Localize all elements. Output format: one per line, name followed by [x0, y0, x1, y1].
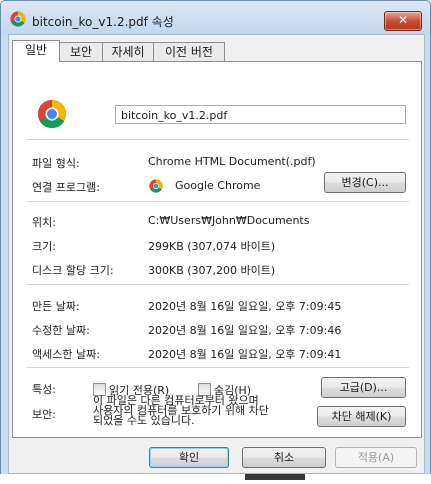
close-button[interactable]: ✕	[384, 11, 422, 31]
properties-window: bitcoin_ko_v1.2.pdf 속성 ✕ 일반 보안 자세히 이전 버전…	[0, 0, 431, 476]
tab-details[interactable]: 자세히	[102, 42, 154, 61]
accessed-label: 액세스한 날짜:	[32, 348, 100, 361]
general-tab-panel: bitcoin_ko_v1.2.pdf 파일 형식: Chrome HTML D…	[12, 61, 422, 438]
change-button[interactable]: 변경(C)...	[324, 172, 406, 193]
security-message: 이 파일은 다른 컴퓨터로부터 왔으며 사용자의 컴퓨터를 보호하기 위해 차단…	[93, 394, 269, 427]
file-name-input[interactable]: bitcoin_ko_v1.2.pdf	[115, 105, 406, 124]
size-label: 크기:	[32, 240, 56, 253]
background-fragment-mark	[245, 474, 305, 480]
unblock-button[interactable]: 차단 해제(K)	[317, 406, 406, 427]
chrome-icon	[37, 99, 67, 129]
divider	[27, 139, 409, 140]
created-label: 만든 날짜:	[32, 300, 80, 313]
close-icon: ✕	[397, 13, 409, 27]
window-title: bitcoin_ko_v1.2.pdf 속성	[32, 15, 174, 29]
attributes-label: 특성:	[32, 383, 56, 396]
apply-button[interactable]: 적용(A)	[335, 447, 417, 468]
location-value: C:₩Users₩John₩Documents	[148, 214, 310, 227]
modified-label: 수정한 날짜:	[32, 324, 90, 337]
ok-button[interactable]: 확인	[149, 447, 229, 468]
divider	[27, 201, 409, 202]
tab-previous-versions[interactable]: 이전 버전	[153, 42, 225, 61]
background-window-fragment	[0, 474, 431, 484]
tab-security[interactable]: 보안	[59, 42, 103, 61]
chrome-icon	[149, 179, 163, 193]
divider	[27, 367, 409, 368]
title-bar[interactable]: bitcoin_ko_v1.2.pdf 속성 ✕	[1, 1, 430, 34]
divider	[27, 284, 409, 285]
modified-value: 2020년 8월 16일 일요일, 오후 7:09:46	[148, 324, 342, 337]
file-type-value: Chrome HTML Document(.pdf)	[148, 155, 316, 168]
tab-general[interactable]: 일반	[12, 40, 60, 62]
accessed-value: 2020년 8월 16일 일요일, 오후 7:09:41	[148, 348, 342, 361]
size-on-disk-label: 디스크 할당 크기:	[32, 264, 114, 277]
size-on-disk-value: 300KB (307,200 바이트)	[148, 264, 276, 277]
file-type-label: 파일 형식:	[32, 157, 80, 170]
size-value: 299KB (307,074 바이트)	[148, 240, 276, 253]
cancel-button[interactable]: 취소	[242, 447, 326, 468]
location-label: 위치:	[32, 216, 56, 229]
dialog-body: 일반 보안 자세히 이전 버전 bitcoin_ko_v1.2.pdf 파일 형…	[8, 34, 425, 474]
chrome-icon	[10, 11, 26, 27]
advanced-button[interactable]: 고급(D)...	[321, 377, 406, 398]
opens-with-label: 연결 프로그램:	[32, 181, 100, 194]
opens-with-value: Google Chrome	[175, 179, 261, 192]
created-value: 2020년 8월 16일 일요일, 오후 7:09:45	[148, 300, 342, 313]
security-label: 보안:	[32, 408, 56, 421]
